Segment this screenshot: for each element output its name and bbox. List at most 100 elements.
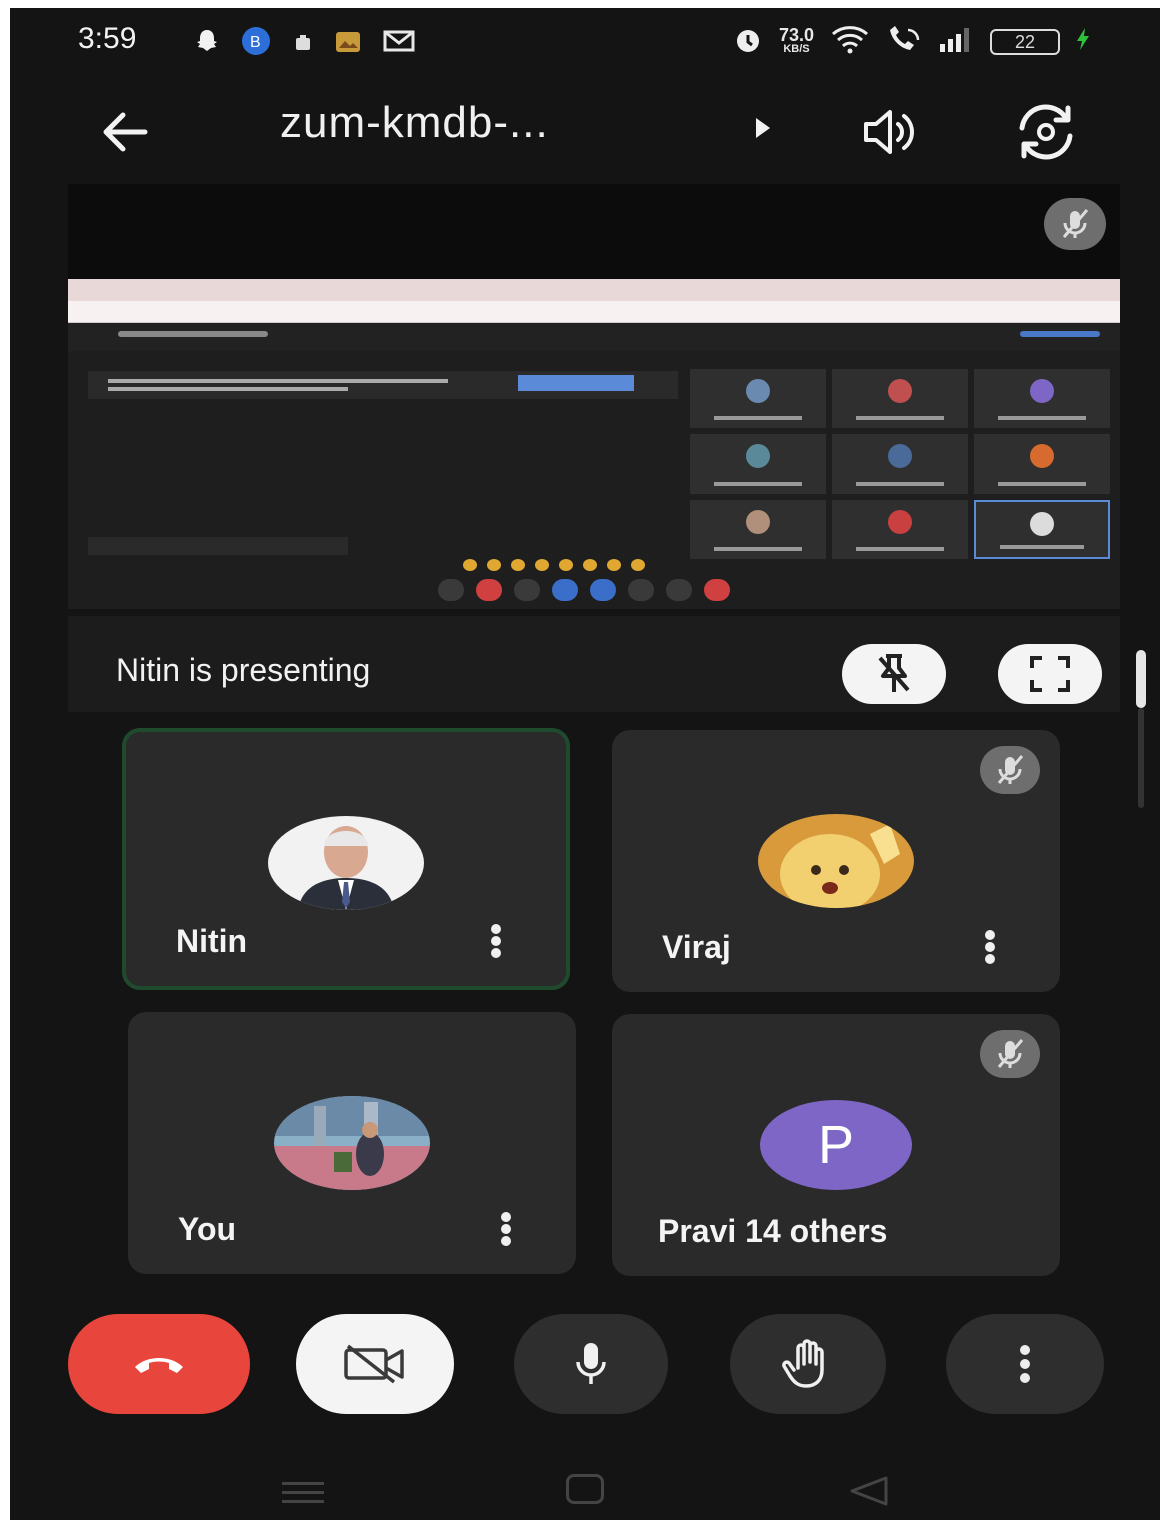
scrollbar-thumb[interactable] (1136, 650, 1146, 708)
notification-icons: B (195, 26, 415, 62)
hang-up-button[interactable] (68, 1314, 250, 1414)
avatar (274, 1096, 430, 1190)
call-controls (10, 1304, 1160, 1424)
participant-name: Pravi 14 others (658, 1213, 888, 1249)
microphone-button[interactable] (514, 1314, 668, 1414)
more-vert-icon[interactable] (486, 922, 506, 962)
notification-icon (293, 29, 313, 59)
reaction-emoji (535, 559, 549, 571)
mini-tile (832, 369, 968, 429)
reaction-emoji (631, 559, 645, 571)
dropdown-arrow-icon[interactable] (752, 114, 774, 147)
microphone-icon (576, 1343, 606, 1384)
nav-line (282, 1500, 324, 1503)
mini-tile (974, 499, 1110, 559)
participant-tile-nitin[interactable]: Nitin (122, 728, 570, 990)
meeting-header: zum-kmdb-... (10, 88, 1160, 178)
mini-name (856, 481, 944, 486)
camera-toggle-button[interactable] (296, 1314, 454, 1414)
mini-control (704, 579, 730, 601)
avatar (268, 816, 424, 910)
warning-line (108, 379, 448, 383)
mini-name (714, 416, 802, 421)
mini-control (666, 579, 692, 601)
participant-tile-others[interactable]: P Pravi 14 others (612, 1014, 1060, 1276)
more-dot (1020, 1359, 1030, 1369)
nav-line (282, 1482, 324, 1485)
participant-tile-you[interactable]: You (128, 1012, 576, 1274)
presented-participant-grid (690, 369, 1110, 559)
mini-avatar (746, 444, 770, 469)
reaction-emoji (559, 559, 573, 571)
mini-control (514, 579, 540, 601)
mini-name (714, 546, 802, 551)
reaction-emoji (511, 559, 525, 571)
raise-hand-icon (782, 1339, 824, 1388)
more-dot (501, 1212, 511, 1222)
more-dot (985, 930, 995, 940)
mini-avatar (746, 509, 770, 534)
mini-control (552, 579, 578, 601)
reaction-emoji (487, 559, 501, 571)
gmail-icon (383, 29, 415, 59)
mini-tile (690, 369, 826, 429)
wifi-icon (830, 24, 870, 60)
home-icon[interactable] (566, 1474, 604, 1504)
presenting-label: Nitin is presenting (116, 652, 371, 688)
scrollbar-track[interactable] (1138, 708, 1144, 808)
more-dot (491, 948, 501, 958)
participant-tile-viraj[interactable]: Viraj (612, 730, 1060, 992)
unpin-button[interactable] (842, 644, 946, 704)
status-bar: 3:59 B 73.0 KB/S 22 (10, 8, 1160, 78)
speaker-icon[interactable] (860, 104, 924, 165)
svg-text:B: B (250, 34, 261, 51)
mini-avatar (1030, 444, 1054, 469)
wifi-call-icon (886, 24, 922, 60)
more-dot (491, 924, 501, 934)
fullscreen-icon (1030, 656, 1070, 692)
nav-back-icon[interactable] (846, 1474, 890, 1513)
more-vert-icon[interactable] (496, 1210, 516, 1250)
mini-tile (690, 434, 826, 494)
more-dot (501, 1224, 511, 1234)
fullscreen-button[interactable] (998, 644, 1102, 704)
presenting-banner-label (118, 331, 268, 337)
mini-tile (832, 499, 968, 559)
raise-hand-button[interactable] (730, 1314, 886, 1414)
participant-name: Nitin (176, 923, 248, 959)
charging-icon (1076, 27, 1090, 57)
switch-camera-icon[interactable] (1010, 102, 1082, 167)
mini-tile (832, 434, 968, 494)
alarm-icon (733, 24, 763, 60)
mic-off-icon (980, 746, 1040, 794)
mini-avatar (888, 509, 912, 534)
more-dot (985, 954, 995, 964)
network-speed: 73.0 KB/S (778, 25, 814, 56)
shared-screen[interactable] (68, 184, 1120, 609)
back-arrow-icon[interactable] (95, 102, 155, 162)
recent-apps-icon[interactable] (282, 1476, 324, 1509)
nav-line (282, 1491, 324, 1494)
more-vert-icon (1020, 1341, 1030, 1387)
initial-avatar: P (760, 1100, 912, 1190)
more-dot (501, 1236, 511, 1246)
left-meeting-toast (88, 537, 348, 555)
mini-control (476, 579, 502, 601)
network-speed-value: 73.0 (778, 25, 814, 45)
more-options-button[interactable] (946, 1314, 1104, 1414)
mini-name (714, 481, 802, 486)
mini-control (590, 579, 616, 601)
avatar (758, 814, 914, 908)
gallery-icon (335, 29, 361, 59)
mini-control (628, 579, 654, 601)
more-vert-icon[interactable] (980, 928, 1000, 968)
participant-name: You (178, 1211, 237, 1247)
mini-tile (690, 499, 826, 559)
reaction-emoji (583, 559, 597, 571)
meeting-title[interactable]: zum-kmdb-... (280, 98, 549, 148)
mini-avatar (888, 444, 912, 469)
more-dot (1020, 1345, 1030, 1355)
presented-control-bar (438, 579, 730, 601)
more-dot (985, 942, 995, 952)
signal-icon (938, 26, 974, 58)
